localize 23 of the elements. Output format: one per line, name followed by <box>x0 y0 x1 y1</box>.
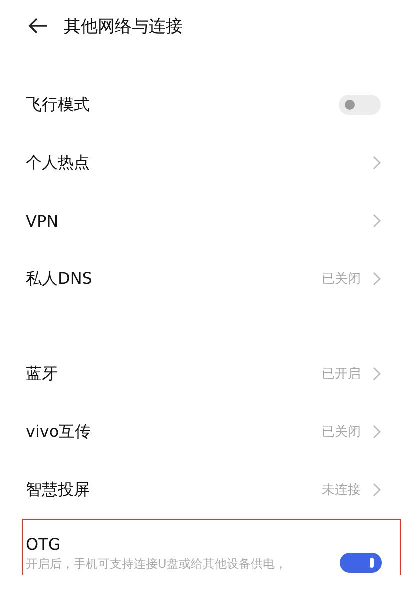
status-text: 未连接 <box>322 482 361 499</box>
chevron-right-icon[interactable] <box>373 214 381 228</box>
setting-label[interactable]: OTG <box>26 535 340 554</box>
setting-label[interactable]: vivo互传 <box>26 422 322 442</box>
chevron-right-icon[interactable] <box>373 156 381 170</box>
toggle-switch[interactable] <box>340 553 382 573</box>
chevron-right-icon[interactable] <box>373 483 381 497</box>
status-text: 已关闭 <box>322 271 361 288</box>
setting-label[interactable]: 私人DNS <box>26 268 322 290</box>
status-text: 已开启 <box>322 366 361 383</box>
setting-label[interactable]: 智慧投屏 <box>26 480 322 500</box>
setting-label[interactable]: VPN <box>26 212 373 230</box>
setting-label[interactable]: 蓝牙 <box>26 364 322 384</box>
status-text: 已关闭 <box>322 424 361 441</box>
setting-label[interactable]: 飞行模式 <box>26 94 339 116</box>
toggle-switch[interactable] <box>339 95 381 115</box>
setting-label[interactable]: 个人热点 <box>26 152 373 174</box>
setting-description: 开启后，手机可支持连接U盘或给其他设备供电， <box>26 556 288 573</box>
page-title: 其他网络与连接 <box>64 16 183 38</box>
back-icon[interactable] <box>28 18 48 34</box>
chevron-right-icon[interactable] <box>373 425 381 439</box>
chevron-right-icon[interactable] <box>373 272 381 286</box>
chevron-right-icon[interactable] <box>373 367 381 381</box>
